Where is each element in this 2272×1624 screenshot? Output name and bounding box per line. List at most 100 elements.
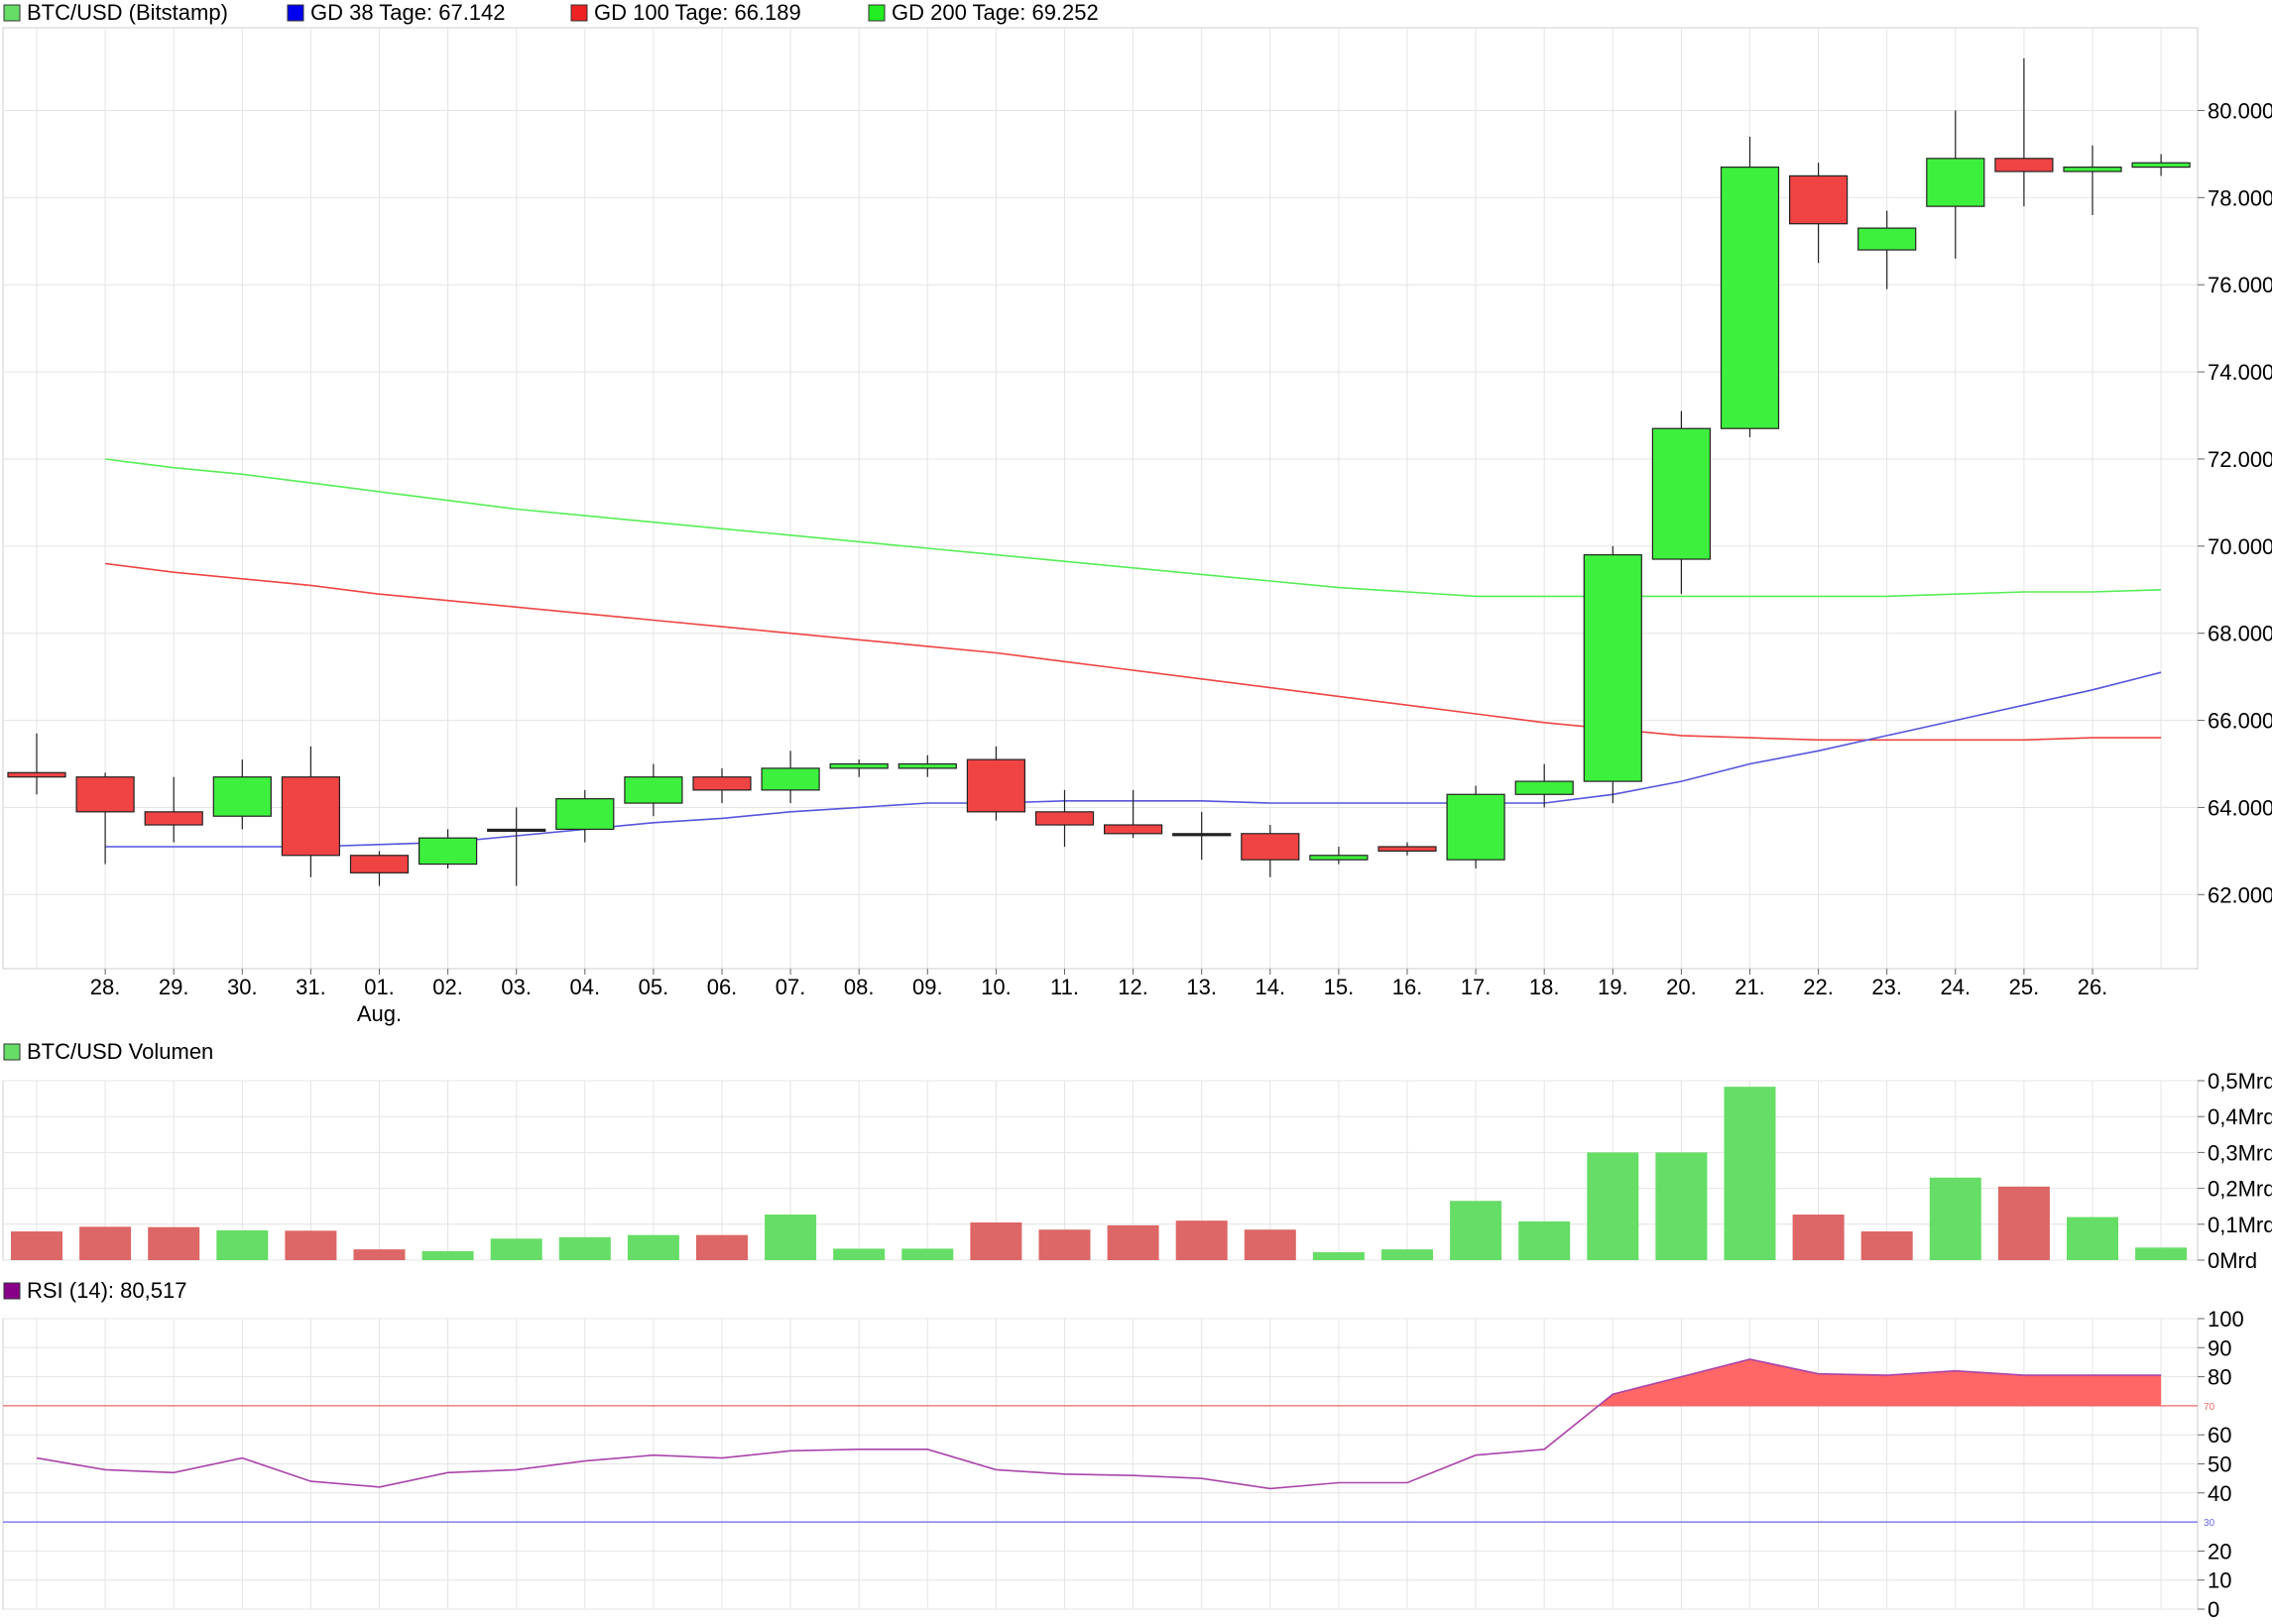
price-x-tick-label: 01. xyxy=(364,975,395,999)
price-x-tick-label: 11. xyxy=(1050,975,1079,999)
stock-chart: BTC/USD (Bitstamp) GD 38 Tage: 67.142 GD… xyxy=(2,0,2272,1622)
price-y-tick-label: 78.000 xyxy=(2208,185,2272,210)
rsi-y-tick-label: 100 xyxy=(2208,1307,2244,1332)
price-x-tick-label: 13. xyxy=(1186,975,1217,999)
volume-y-tick-label: 0Mrd xyxy=(2208,1248,2257,1273)
price-x-tick-label: 24. xyxy=(1941,975,1972,999)
volume-bar xyxy=(2135,1247,2188,1260)
candle-body xyxy=(1309,855,1369,861)
price-x-tick-label: 23. xyxy=(1871,975,1902,999)
legend-label-rsi: RSI (14): 80,517 xyxy=(27,1278,186,1303)
volume-y-tick-label: 0,3Mrd xyxy=(2208,1140,2272,1165)
candle xyxy=(1583,545,1642,804)
price-x-tick-label: 26. xyxy=(2078,975,2108,999)
legend-swatch-sma100 xyxy=(570,4,588,22)
volume-bar xyxy=(1244,1229,1296,1260)
candle-body xyxy=(2131,162,2191,169)
rsi-y-tick-label: 60 xyxy=(2208,1423,2231,1448)
rsi-y-tick-label: 50 xyxy=(2208,1452,2231,1477)
volume-y-tick-label: 0,5Mrd xyxy=(2208,1069,2272,1094)
volume-bar xyxy=(901,1248,954,1260)
price-x-tick-label: 14. xyxy=(1256,975,1286,999)
legend-label-volume: BTC/USD Volumen xyxy=(27,1039,213,1064)
rsi-grid xyxy=(2,1318,2199,1610)
price-y-tick-label: 62.000 xyxy=(2208,882,2272,907)
legend-swatch-rsi xyxy=(3,1282,21,1300)
volume-y-tick-label: 0,1Mrd xyxy=(2208,1213,2272,1237)
candle-body xyxy=(1720,166,1780,429)
legend-label-sma100: GD 100 Tage: 66.189 xyxy=(594,0,801,25)
volume-bar xyxy=(970,1221,1022,1260)
legend-main: BTC/USD (Bitstamp) GD 38 Tage: 67.142 GD… xyxy=(3,0,1099,25)
price-x-tick-label: 06. xyxy=(707,975,738,999)
price-x-tick-label: 10. xyxy=(981,975,1012,999)
candle-body xyxy=(692,776,752,791)
rsi-y-tick-label: 80 xyxy=(2208,1365,2231,1390)
volume-bar xyxy=(79,1226,132,1260)
candle xyxy=(1446,785,1505,869)
price-y-tick-label: 74.000 xyxy=(2208,360,2272,385)
volume-bar xyxy=(353,1249,406,1260)
price-x-tick-label: 18. xyxy=(1529,975,1560,999)
volume-y-tick-label: 0,4Mrd xyxy=(2208,1104,2272,1129)
legend-swatch-volume xyxy=(3,1043,21,1061)
candle-body xyxy=(212,776,272,817)
price-panel: 62.000 64.000 66.000 68.000 70.000 72.000 74.0… xyxy=(2,27,2272,1026)
candle-body xyxy=(555,798,615,831)
price-x-tick-label: 07. xyxy=(776,975,806,999)
volume-bar xyxy=(1792,1215,1845,1260)
legend-rsi: RSI (14): 80,517 xyxy=(3,1278,186,1303)
candle-body xyxy=(1857,227,1917,251)
price-y-tick-label: 76.000 xyxy=(2208,273,2272,297)
price-x-tick-label: 05. xyxy=(639,975,669,999)
price-x-tick-label: 03. xyxy=(501,975,532,999)
price-x-tick-label: 31. xyxy=(296,975,326,999)
candle-body xyxy=(624,776,683,804)
volume-bar xyxy=(490,1238,542,1260)
volume-bar xyxy=(1929,1177,1981,1260)
rsi-y-tick-label: 0 xyxy=(2208,1597,2219,1622)
candle-body xyxy=(1034,811,1095,826)
volume-bar xyxy=(148,1226,200,1260)
candle-body xyxy=(1241,833,1300,861)
price-y-tick-label: 66.000 xyxy=(2208,709,2272,734)
price-x-tick-label: 16. xyxy=(1392,975,1423,999)
legend-volume: BTC/USD Volumen xyxy=(3,1039,213,1064)
volume-y-tick-label: 0,2Mrd xyxy=(2208,1177,2272,1202)
volume-bar xyxy=(1038,1229,1091,1260)
volume-bar xyxy=(1655,1152,1708,1260)
volume-bar xyxy=(216,1229,269,1260)
volume-bar xyxy=(1175,1220,1228,1260)
candle-body xyxy=(1446,793,1505,861)
volume-bar xyxy=(1997,1186,2050,1260)
candle-body xyxy=(1651,427,1712,560)
candle-body xyxy=(144,811,203,826)
price-x-tick-label: 04. xyxy=(570,975,601,999)
rsi-ref-label: 30 xyxy=(2204,1518,2215,1529)
candle xyxy=(1720,136,1780,437)
rsi-ref-label: 70 xyxy=(2204,1402,2215,1413)
volume-bar xyxy=(1312,1252,1365,1260)
volume-bar xyxy=(627,1234,679,1260)
price-x-tick-label: 22. xyxy=(1803,975,1834,999)
candle-body xyxy=(2063,166,2122,173)
volume-bar xyxy=(833,1248,886,1260)
candle-body xyxy=(966,758,1026,813)
candle-body xyxy=(1788,174,1849,225)
rsi-y-tick-label: 20 xyxy=(2208,1539,2231,1564)
price-x-axis: 28. 29. 30. 31. 01. 02. 03. 04. 05. 06. 07. 08. 09. 1… xyxy=(90,969,2107,1026)
price-x-tick-label: 19. xyxy=(1598,975,1628,999)
candle-body xyxy=(1172,833,1232,837)
volume-bar xyxy=(421,1250,474,1260)
candle-body xyxy=(1377,846,1437,852)
price-x-tick-label: 02. xyxy=(432,975,463,999)
volume-bar xyxy=(1107,1224,1159,1260)
price-y-tick-label: 68.000 xyxy=(2208,622,2272,646)
volume-bar xyxy=(558,1236,611,1260)
volume-bar xyxy=(1450,1201,1502,1260)
price-x-tick-label: 12. xyxy=(1118,975,1148,999)
legend-swatch-sma200 xyxy=(868,4,886,22)
price-x-tick-label: 09. xyxy=(912,975,943,999)
legend-label-sma200: GD 200 Tage: 69.252 xyxy=(892,0,1099,25)
legend-swatch-sma38 xyxy=(287,4,304,22)
